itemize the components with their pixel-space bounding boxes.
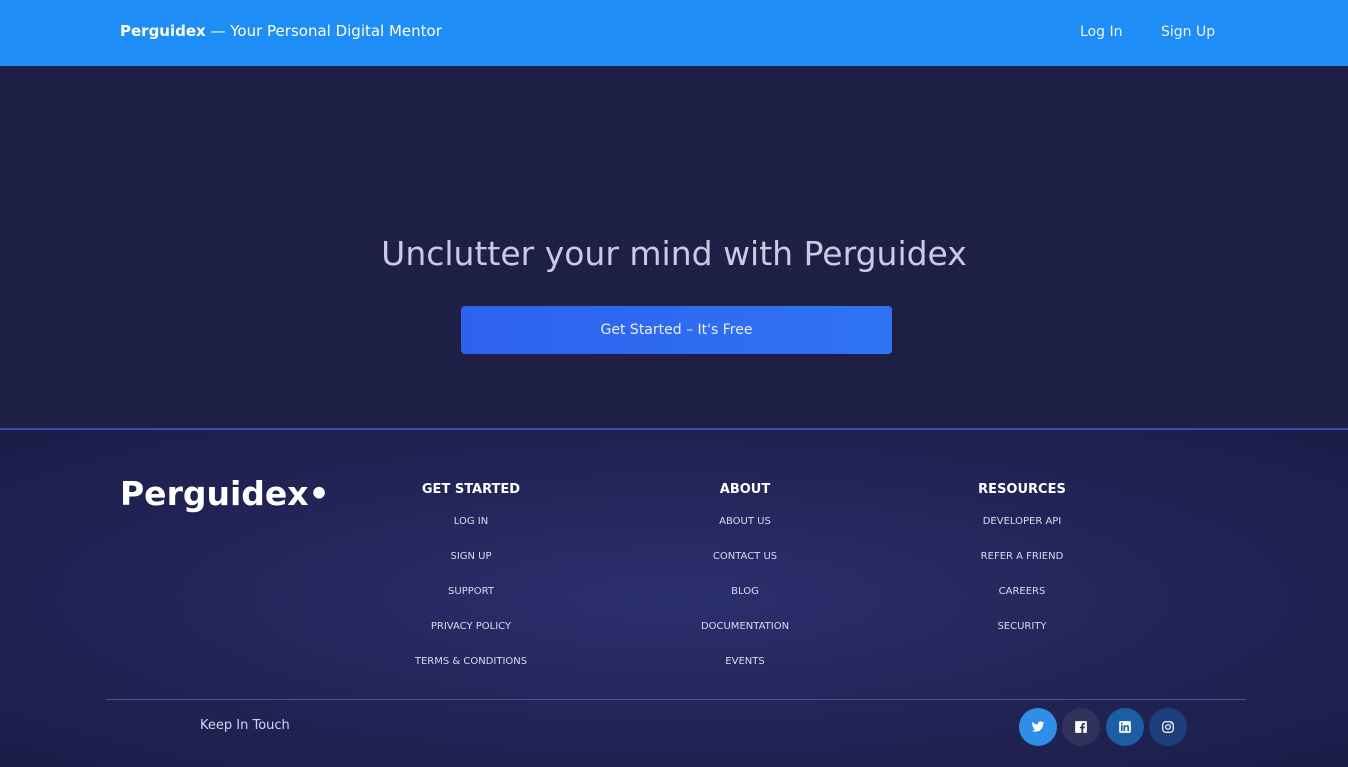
footer-link-terms[interactable]: TERMS & CONDITIONS — [361, 656, 581, 691]
top-navbar: Perguidex — Your Personal Digital Mentor… — [0, 0, 1348, 66]
column-heading: RESOURCES — [978, 482, 1066, 497]
column-heading: GET STARTED — [421, 482, 521, 497]
keep-in-touch-label: Keep In Touch — [200, 718, 290, 733]
hero-title: Unclutter your mind with Perguidex — [381, 234, 967, 273]
footer-link-log-in[interactable]: LOG IN — [361, 516, 581, 551]
column-heading: ABOUT — [719, 482, 771, 497]
footer-link-refer-a-friend[interactable]: REFER A FRIEND — [912, 551, 1132, 586]
facebook-icon — [1075, 721, 1087, 733]
footer-column-about: ABOUT ABOUT US CONTACT US BLOG DOCUMENTA… — [635, 482, 855, 691]
brand[interactable]: Perguidex — Your Personal Digital Mentor — [120, 22, 442, 40]
brand-tagline: — Your Personal Digital Mentor — [205, 22, 442, 40]
footer: Perguidex• GET STARTED LOG IN SIGN UP SU… — [0, 430, 1348, 767]
footer-link-about-us[interactable]: ABOUT US — [635, 516, 855, 551]
footer-link-events[interactable]: EVENTS — [635, 656, 855, 691]
instagram-icon — [1162, 721, 1174, 733]
footer-logo: Perguidex• — [120, 474, 330, 513]
get-started-button[interactable]: Get Started – It's Free — [461, 306, 892, 354]
footer-link-documentation[interactable]: DOCUMENTATION — [635, 621, 855, 656]
footer-link-careers[interactable]: CAREERS — [912, 586, 1132, 621]
login-link[interactable]: Log In — [1080, 24, 1122, 40]
twitter-button[interactable] — [1019, 708, 1057, 746]
footer-link-sign-up[interactable]: SIGN UP — [361, 551, 581, 586]
brand-name: Perguidex — [120, 22, 206, 40]
facebook-button[interactable] — [1062, 708, 1100, 746]
footer-link-security[interactable]: SECURITY — [912, 621, 1132, 656]
hero-section: Unclutter your mind with Perguidex Get S… — [0, 66, 1348, 428]
footer-link-privacy-policy[interactable]: PRIVACY POLICY — [361, 621, 581, 656]
footer-link-support[interactable]: SUPPORT — [361, 586, 581, 621]
instagram-button[interactable] — [1149, 708, 1187, 746]
footer-link-contact-us[interactable]: CONTACT US — [635, 551, 855, 586]
signup-link[interactable]: Sign Up — [1161, 24, 1215, 40]
footer-divider — [106, 699, 1246, 700]
footer-column-get-started: GET STARTED LOG IN SIGN UP SUPPORT PRIVA… — [361, 482, 581, 691]
footer-link-blog[interactable]: BLOG — [635, 586, 855, 621]
footer-link-developer-api[interactable]: DEVELOPER API — [912, 516, 1132, 551]
twitter-icon — [1031, 721, 1045, 732]
linkedin-icon — [1119, 721, 1131, 733]
linkedin-button[interactable] — [1106, 708, 1144, 746]
footer-column-resources: RESOURCES DEVELOPER API REFER A FRIEND C… — [912, 482, 1132, 656]
